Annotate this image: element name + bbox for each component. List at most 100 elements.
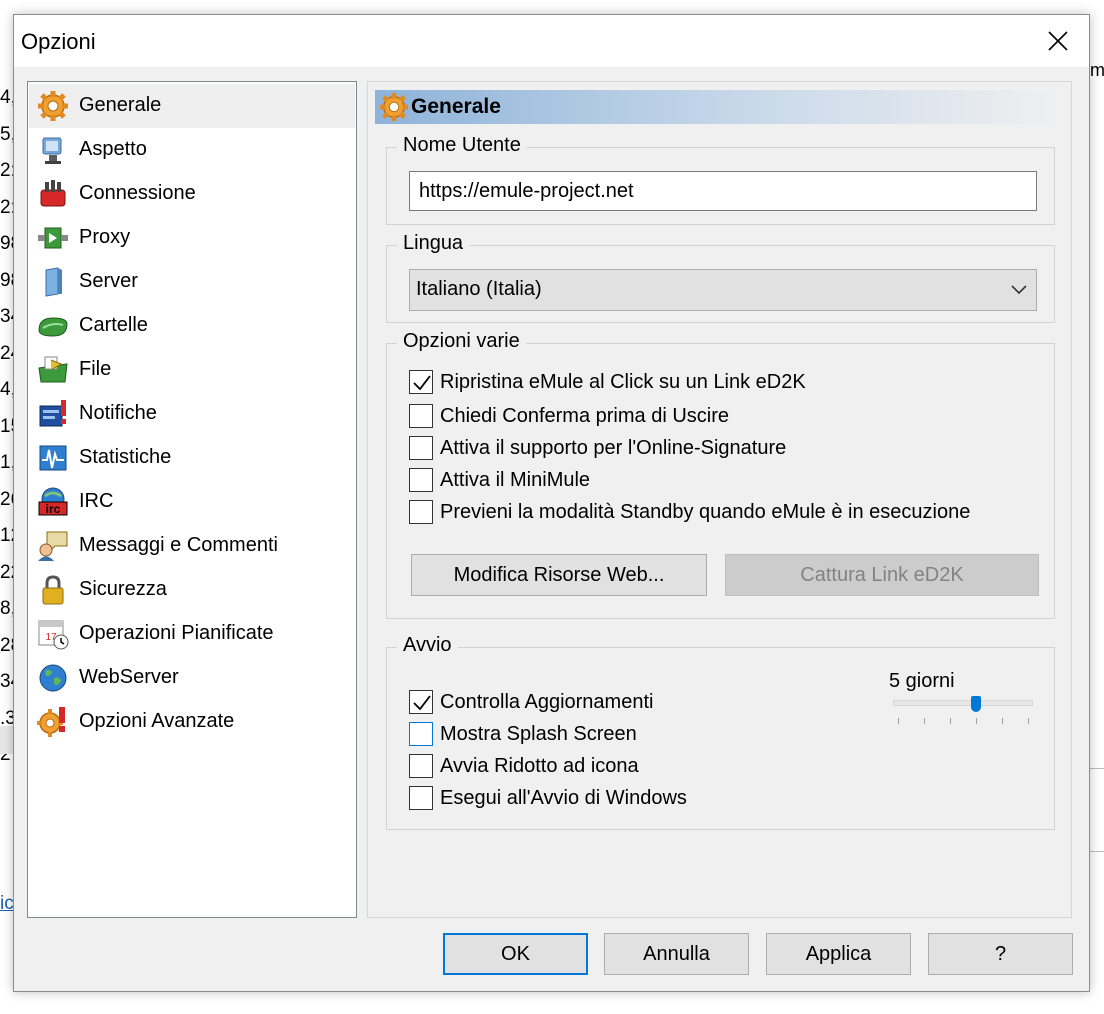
group-label: Opzioni varie xyxy=(397,330,526,353)
connection-icon xyxy=(40,180,66,207)
slider-tick xyxy=(976,718,977,724)
checkbox-label: Ripristina eMule al Click su un Link eD2… xyxy=(440,370,806,393)
background-link: ic xyxy=(0,893,14,914)
splash-screen-checkbox[interactable]: Mostra Splash Screen xyxy=(409,720,637,748)
restore-on-link-checkbox[interactable]: Ripristina eMule al Click su un Link eD2… xyxy=(409,368,806,396)
checkbox-label: Mostra Splash Screen xyxy=(440,722,637,745)
nav-item-statistiche[interactable]: Statistiche xyxy=(29,436,355,480)
slider-track[interactable] xyxy=(893,700,1033,706)
group-label: Avvio xyxy=(397,634,458,657)
background-text-fragment: 1, xyxy=(0,452,14,473)
slider-tick xyxy=(1002,718,1003,724)
advanced-gear-icon xyxy=(37,707,65,737)
capture-ed2k-link-button[interactable]: Cattura Link eD2K xyxy=(725,554,1039,596)
nav-label: Aspetto xyxy=(79,138,147,160)
checkbox-box[interactable] xyxy=(409,754,433,778)
background-divider xyxy=(1090,768,1104,769)
nav-item-notifiche[interactable]: Notifiche xyxy=(29,392,355,436)
misc-options-group: Opzioni varie Ripristina eMule al Click … xyxy=(386,330,1055,619)
checkbox-label: Chiedi Conferma prima di Uscire xyxy=(440,404,729,427)
nav-item-aspetto[interactable]: Aspetto xyxy=(29,128,355,172)
nav-label: WebServer xyxy=(79,666,179,688)
checkbox-label: Attiva il supporto per l'Online-Signatur… xyxy=(440,436,787,459)
nav-item-connessione[interactable]: Connessione xyxy=(29,172,355,216)
close-button[interactable] xyxy=(1027,15,1089,67)
update-interval-slider[interactable] xyxy=(893,696,1033,732)
nav-label: IRC xyxy=(79,490,114,512)
nav-item-messaggi[interactable]: Messaggi e Commenti xyxy=(29,524,355,568)
checkbox-label: Avvia Ridotto ad icona xyxy=(440,754,639,777)
language-select[interactable]: Italiano (Italia) xyxy=(409,269,1037,311)
folder-icon xyxy=(38,317,68,337)
nav-label: Generale xyxy=(79,94,162,116)
nav-item-file[interactable]: File xyxy=(29,348,355,392)
update-interval-label: 5 giorni xyxy=(889,670,955,692)
ok-button[interactable]: OK xyxy=(443,933,588,975)
checkbox-box[interactable] xyxy=(409,722,433,746)
background-text-fragment: 2: xyxy=(0,196,14,218)
nav-item-generale[interactable]: Generale xyxy=(29,84,355,128)
display-icon xyxy=(42,137,62,164)
checkbox-box[interactable] xyxy=(409,690,433,714)
apply-button[interactable]: Applica xyxy=(766,933,911,975)
messages-icon xyxy=(38,531,68,561)
slider-tick xyxy=(1028,718,1029,724)
background-text-fragment: 34 xyxy=(0,671,14,692)
check-updates-checkbox[interactable]: Controlla Aggiornamenti xyxy=(409,688,653,716)
checkbox-box[interactable] xyxy=(409,370,433,394)
cancel-button[interactable]: Annulla xyxy=(604,933,749,975)
checkmark-icon xyxy=(413,695,431,711)
svg-text:irc: irc xyxy=(46,502,61,516)
checkbox-box[interactable] xyxy=(409,786,433,810)
help-button[interactable]: ? xyxy=(928,933,1073,975)
background-text-fragment: 12 xyxy=(0,525,14,546)
nav-item-avanzate[interactable]: Opzioni Avanzate xyxy=(29,700,355,744)
background-text-fragment: 28 xyxy=(0,634,14,656)
checkbox-box[interactable] xyxy=(409,404,433,428)
dialog-title: Opzioni xyxy=(21,29,96,54)
checkbox-box[interactable] xyxy=(409,468,433,492)
online-signature-checkbox[interactable]: Attiva il supporto per l'Online-Signatur… xyxy=(409,434,786,462)
slider-tick xyxy=(898,718,899,724)
background-text-fragment: 22 xyxy=(0,561,14,583)
nav-label: Opzioni Avanzate xyxy=(79,710,235,732)
checkbox-label: Previeni la modalità Standby quando eMul… xyxy=(440,500,971,523)
close-icon xyxy=(1048,31,1068,51)
server-icon xyxy=(45,267,62,297)
nav-item-cartelle[interactable]: Cartelle xyxy=(29,304,355,348)
nav-item-sicurezza[interactable]: Sicurezza xyxy=(29,568,355,612)
checkbox-label: Controlla Aggiornamenti xyxy=(440,690,654,713)
nav-item-operazioni[interactable]: 17 Operazioni Pianificate xyxy=(29,612,355,656)
nav-item-irc[interactable]: irc IRC xyxy=(29,480,355,524)
minimule-checkbox[interactable]: Attiva il MiniMule xyxy=(409,466,590,494)
nav-item-server[interactable]: Server xyxy=(29,260,355,304)
file-icon xyxy=(38,356,68,383)
username-input[interactable] xyxy=(409,171,1037,211)
prevent-standby-checkbox[interactable]: Previeni la modalità Standby quando eMul… xyxy=(409,498,970,526)
username-group: Nome Utente xyxy=(386,134,1055,225)
checkbox-label: Attiva il MiniMule xyxy=(440,468,591,491)
checkbox-box[interactable] xyxy=(409,436,433,460)
gear-icon xyxy=(38,91,68,121)
checkmark-icon xyxy=(413,375,431,391)
checkbox-box[interactable] xyxy=(409,500,433,524)
start-minimized-checkbox[interactable]: Avvia Ridotto ad icona xyxy=(409,752,639,780)
edit-web-resources-button[interactable]: Modifica Risorse Web... xyxy=(411,554,707,596)
proxy-icon xyxy=(38,227,68,249)
language-selected-value: Italiano (Italia) xyxy=(416,278,542,300)
slider-thumb[interactable] xyxy=(971,696,981,712)
nav-label: File xyxy=(79,358,112,380)
statistics-icon xyxy=(39,445,67,471)
background-stripe xyxy=(0,726,14,754)
run-at-startup-checkbox[interactable]: Esegui all'Avvio di Windows xyxy=(409,784,687,812)
background-text-fragment: 98 xyxy=(0,233,14,254)
background-text-fragment: 34 xyxy=(0,306,14,327)
nav-label: Proxy xyxy=(79,226,131,248)
confirm-exit-checkbox[interactable]: Chiedi Conferma prima di Uscire xyxy=(409,402,729,430)
nav-item-webserver[interactable]: WebServer xyxy=(29,656,355,700)
nav-item-proxy[interactable]: Proxy xyxy=(29,216,355,260)
background-app-right: m xyxy=(1090,0,1104,1014)
slider-tick xyxy=(950,718,951,724)
group-label: Lingua xyxy=(397,232,470,255)
background-app-column: 4,5,2:2:989834244,151,2612228,2834.32 xyxy=(0,80,14,774)
